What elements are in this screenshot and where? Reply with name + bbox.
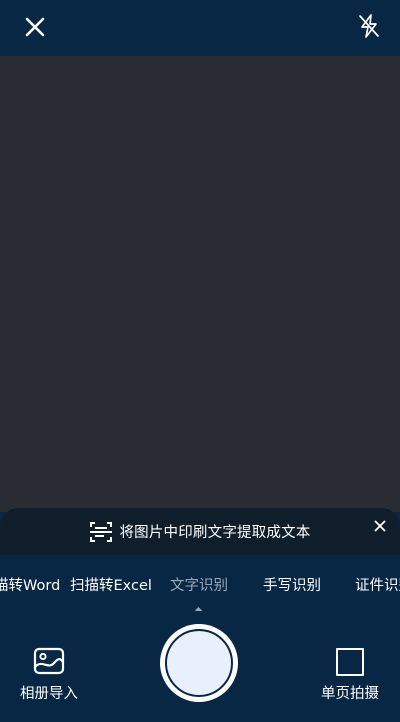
- square-icon: [336, 648, 364, 676]
- camera-screen: 将图片中印刷文字提取成文本 描转Word 扫描转Excel 文字识别 手写识别 …: [0, 0, 400, 722]
- mode-scan-to-word[interactable]: 描转Word: [0, 574, 60, 595]
- mode-text-recognition[interactable]: 文字识别: [170, 574, 228, 595]
- scan-text-icon: [89, 520, 113, 544]
- flash-toggle-button[interactable]: [354, 10, 384, 42]
- close-button[interactable]: [18, 10, 52, 44]
- flash-off-icon: [359, 14, 379, 38]
- mode-handwriting-recognition[interactable]: 手写识别: [263, 574, 321, 595]
- camera-viewfinder[interactable]: [0, 56, 400, 512]
- single-page-button[interactable]: 单页拍摄: [314, 646, 386, 706]
- mode-id-recognition[interactable]: 证件识别: [355, 574, 400, 595]
- album-import-label: 相册导入: [20, 686, 78, 702]
- mode-scan-to-excel[interactable]: 扫描转Excel: [70, 574, 152, 595]
- hint-text: 将图片中印刷文字提取成文本: [119, 525, 311, 541]
- close-icon: [374, 520, 386, 532]
- close-icon: [25, 17, 45, 37]
- mode-selector: 描转Word 扫描转Excel 文字识别 手写识别 证件识别: [0, 555, 400, 611]
- image-icon: [33, 647, 65, 675]
- hint-banner: 将图片中印刷文字提取成文本: [0, 508, 400, 555]
- album-import-button[interactable]: 相册导入: [14, 646, 84, 706]
- single-page-label: 单页拍摄: [321, 686, 379, 702]
- shutter-button[interactable]: [160, 624, 238, 702]
- hint-close-button[interactable]: [372, 518, 388, 534]
- top-bar: [0, 0, 400, 56]
- shutter-inner: [165, 629, 233, 697]
